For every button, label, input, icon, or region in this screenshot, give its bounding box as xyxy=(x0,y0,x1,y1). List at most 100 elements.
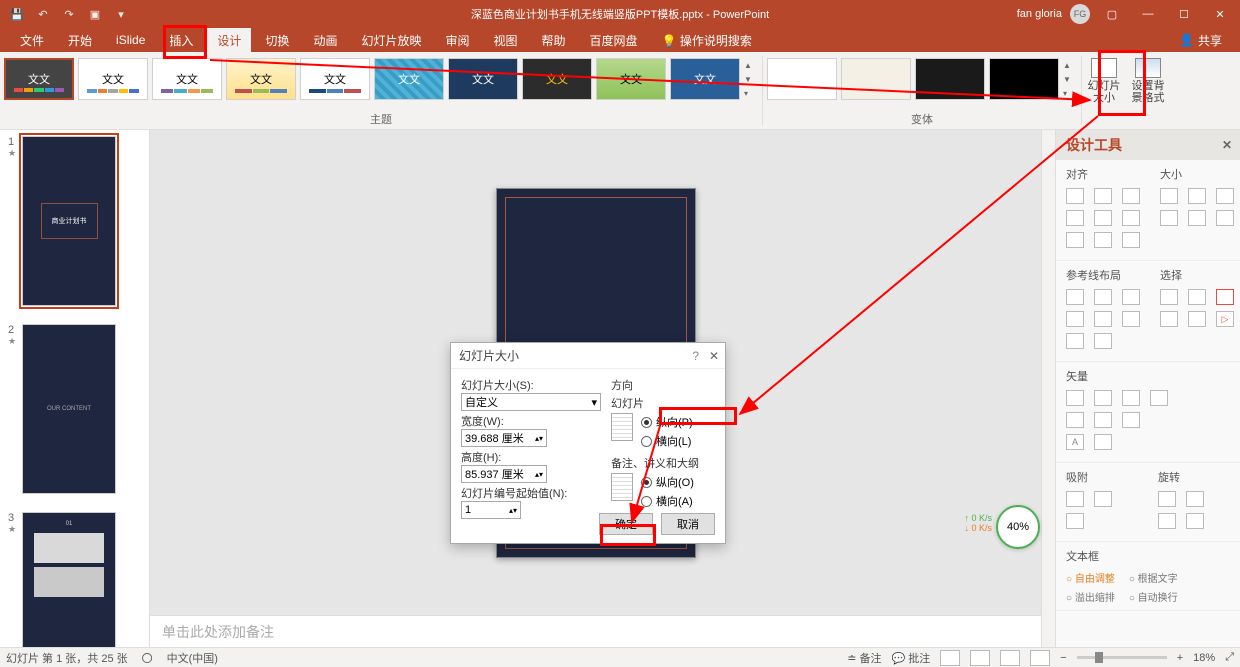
snap-icon[interactable] xyxy=(1066,491,1084,507)
vector-icon[interactable] xyxy=(1094,412,1112,428)
maximize-icon[interactable]: ☐ xyxy=(1170,2,1198,26)
share-button[interactable]: 👤 共享 xyxy=(1179,32,1240,49)
guide-icon[interactable] xyxy=(1122,289,1140,305)
tab-transitions[interactable]: 切换 xyxy=(255,28,299,53)
guide-icon[interactable] xyxy=(1094,311,1112,327)
zoom-out-icon[interactable]: − xyxy=(1060,652,1066,664)
size-icon[interactable] xyxy=(1160,188,1178,204)
tab-help[interactable]: 帮助 xyxy=(532,28,576,53)
align-icon[interactable] xyxy=(1122,232,1140,248)
align-right-icon[interactable] xyxy=(1122,188,1140,204)
tab-review[interactable]: 审阅 xyxy=(435,28,479,53)
theme-thumb[interactable]: 文文 xyxy=(374,58,444,100)
theme-thumb[interactable]: 文文 xyxy=(670,58,740,100)
zoom-level[interactable]: 18% xyxy=(1193,652,1215,664)
slide-thumb-3[interactable]: 01 xyxy=(22,512,116,647)
start-number-input[interactable]: 1▴▾ xyxy=(461,501,521,519)
ribbon-options-icon[interactable]: ▢ xyxy=(1098,2,1126,26)
ok-button[interactable]: 确定 xyxy=(599,513,653,535)
rotate-icon[interactable] xyxy=(1158,513,1176,529)
variant-thumb[interactable] xyxy=(915,58,985,100)
distribute-h-icon[interactable] xyxy=(1066,232,1084,248)
radio-portrait[interactable]: 纵向(P) xyxy=(641,414,715,430)
vertical-scrollbar[interactable] xyxy=(1041,130,1055,647)
slide-thumb-1[interactable]: 商业计划书 xyxy=(22,136,116,306)
variant-thumb[interactable] xyxy=(841,58,911,100)
snap-icon[interactable] xyxy=(1094,491,1112,507)
theme-thumb[interactable]: 文文 xyxy=(448,58,518,100)
theme-thumb[interactable]: 文文 xyxy=(226,58,296,100)
normal-view-icon[interactable] xyxy=(940,650,960,666)
guide-icon[interactable] xyxy=(1066,289,1084,305)
select-icon[interactable] xyxy=(1188,311,1206,327)
user-avatar[interactable]: FG xyxy=(1070,4,1090,24)
guide-icon[interactable] xyxy=(1066,311,1084,327)
align-left-icon[interactable] xyxy=(1066,188,1084,204)
select-icon[interactable] xyxy=(1188,289,1206,305)
notes-toggle[interactable]: ≐ 备注 xyxy=(847,650,881,666)
taskpane-close-icon[interactable]: ✕ xyxy=(1222,138,1232,152)
tab-file[interactable]: 文件 xyxy=(10,28,54,53)
size-icon[interactable] xyxy=(1188,188,1206,204)
theme-thumb[interactable]: 文文 xyxy=(522,58,592,100)
speed-badge[interactable]: 40% xyxy=(996,505,1040,549)
radio-notes-portrait[interactable]: 纵向(O) xyxy=(641,474,715,490)
save-icon[interactable]: 💾 xyxy=(6,3,28,25)
tab-tell[interactable]: 💡 操作说明搜索 xyxy=(652,28,762,53)
vector-icon[interactable] xyxy=(1066,390,1084,406)
select-icon[interactable] xyxy=(1216,289,1234,305)
theme-thumb[interactable]: 文文 xyxy=(300,58,370,100)
theme-thumb[interactable]: 文文 xyxy=(152,58,222,100)
radio-notes-landscape[interactable]: 横向(A) xyxy=(641,493,715,509)
reading-view-icon[interactable] xyxy=(1000,650,1020,666)
radio-auto-wrap[interactable]: ○ 自动换行 xyxy=(1129,589,1178,604)
guide-icon[interactable] xyxy=(1066,333,1084,349)
select-icon[interactable] xyxy=(1160,311,1178,327)
tab-islide[interactable]: iSlide xyxy=(106,29,155,51)
tab-baidu[interactable]: 百度网盘 xyxy=(580,28,648,53)
spellcheck-icon[interactable]: 〇 xyxy=(142,650,153,666)
tab-design[interactable]: 设计 xyxy=(207,28,251,53)
radio-auto-adjust[interactable]: ○ 自由调整 xyxy=(1066,570,1115,585)
undo-icon[interactable]: ↶ xyxy=(32,3,54,25)
guide-icon[interactable] xyxy=(1094,333,1112,349)
size-icon[interactable] xyxy=(1188,210,1206,226)
tab-slideshow[interactable]: 幻灯片放映 xyxy=(351,28,431,53)
qat-more-icon[interactable]: ▾ xyxy=(110,3,132,25)
width-input[interactable]: 39.688 厘米▴▾ xyxy=(461,429,547,447)
slide-size-button[interactable]: 幻灯片 大小 xyxy=(1082,52,1126,110)
slideshow-icon[interactable]: ▣ xyxy=(84,3,106,25)
guide-icon[interactable] xyxy=(1122,311,1140,327)
vector-icon[interactable] xyxy=(1094,434,1112,450)
radio-landscape[interactable]: 横向(L) xyxy=(641,433,715,449)
align-top-icon[interactable] xyxy=(1066,210,1084,226)
user-name[interactable]: fan gloria xyxy=(1017,8,1062,20)
snap-icon[interactable] xyxy=(1066,513,1084,529)
zoom-slider[interactable] xyxy=(1077,656,1167,659)
align-center-icon[interactable] xyxy=(1094,188,1112,204)
vector-icon[interactable]: A xyxy=(1066,434,1084,450)
minimize-icon[interactable]: — xyxy=(1134,2,1162,26)
dialog-help-icon[interactable]: ? xyxy=(692,349,699,363)
zoom-in-icon[interactable]: + xyxy=(1177,652,1183,664)
guide-icon[interactable] xyxy=(1094,289,1112,305)
tab-view[interactable]: 视图 xyxy=(483,28,527,53)
theme-thumb[interactable]: 文文 xyxy=(596,58,666,100)
vector-icon[interactable] xyxy=(1066,412,1084,428)
align-bottom-icon[interactable] xyxy=(1122,210,1140,226)
close-icon[interactable]: ✕ xyxy=(1206,2,1234,26)
language-status[interactable]: 中文(中国) xyxy=(167,650,218,666)
rotate-icon[interactable] xyxy=(1158,491,1176,507)
radio-by-text[interactable]: ○ 根据文字 xyxy=(1129,570,1178,585)
comments-toggle[interactable]: 💬 批注 xyxy=(892,650,931,666)
rotate-icon[interactable] xyxy=(1186,491,1204,507)
radio-overflow[interactable]: ○ 溢出缩排 xyxy=(1066,589,1115,604)
theme-thumb[interactable]: 文文 xyxy=(78,58,148,100)
notes-pane[interactable]: 单击此处添加备注 xyxy=(150,615,1041,647)
tab-insert[interactable]: 插入 xyxy=(159,28,203,53)
vector-icon[interactable] xyxy=(1094,390,1112,406)
tab-animations[interactable]: 动画 xyxy=(303,28,347,53)
theme-thumb[interactable]: 文文 xyxy=(4,58,74,100)
rotate-icon[interactable] xyxy=(1186,513,1204,529)
tab-home[interactable]: 开始 xyxy=(58,28,102,53)
